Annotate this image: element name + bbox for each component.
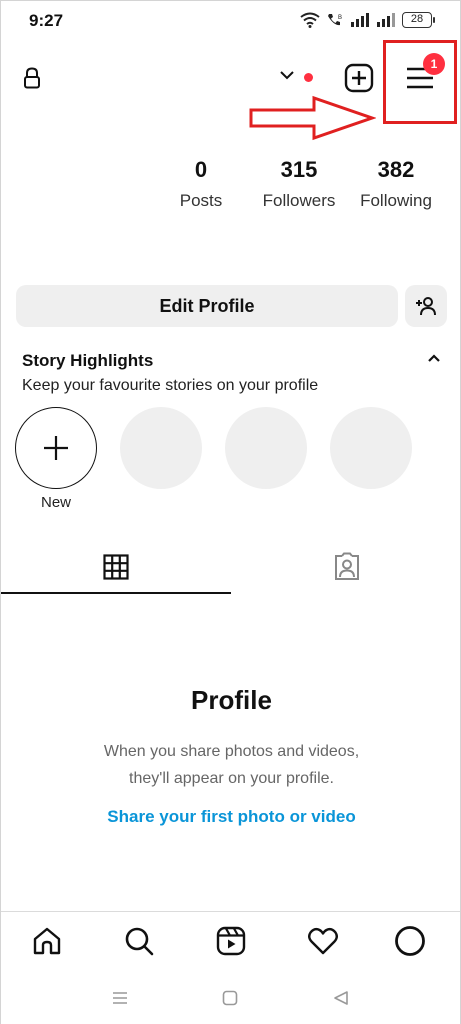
highlight-placeholder [225,407,307,489]
status-time: 9:27 [29,11,64,30]
profile-avatar-icon [395,926,425,956]
status-bar: 9:27 B 28 [1,1,460,41]
add-person-icon [416,297,436,316]
highlight-placeholder [120,407,202,489]
home-icon [33,927,61,955]
arrow-annotation [249,95,376,141]
plus-icon [44,436,68,460]
sys-back-button[interactable] [330,987,352,1009]
grid-icon [103,554,129,580]
nav-activity[interactable] [306,924,340,958]
volte-call-icon: B [328,14,342,26]
system-navigation-bar [1,969,460,1024]
highlights-title: Story Highlights [22,351,154,370]
following-stat[interactable]: 382 Following [353,157,439,211]
nav-reels[interactable] [214,924,248,958]
edit-profile-button[interactable]: Edit Profile [16,285,398,327]
wifi-icon [300,12,320,28]
menu-highlight-box [383,40,457,124]
battery-indicator: 28 [402,12,435,28]
signal-icon [351,13,369,27]
following-label: Following [360,191,432,210]
chevron-down-icon[interactable] [279,69,295,81]
nav-home[interactable] [30,924,64,958]
empty-state-title: Profile [191,685,272,715]
followers-stat[interactable]: 315 Followers [253,157,345,211]
empty-state-line-1: When you share photos and videos, [103,743,360,760]
empty-state-body: When you share photos and videos, they'l… [1,738,461,792]
active-tab-indicator [1,592,231,594]
account-notification-dot [304,73,313,82]
sys-recents-button[interactable] [109,987,131,1009]
bottom-navigation [1,911,460,969]
tab-tagged[interactable] [231,541,461,593]
heart-icon [308,927,338,955]
highlights-subtitle: Keep your favourite stories on your prof… [22,377,319,394]
posts-count: 0 [194,157,208,182]
posts-label: Posts [179,191,223,210]
followers-label: Followers [262,191,336,210]
tagged-person-icon [334,552,359,580]
lock-icon [24,67,40,89]
new-highlight-label: New [40,494,71,511]
sys-home-button[interactable] [219,987,241,1009]
search-icon [125,927,154,956]
discover-people-button[interactable] [405,285,447,327]
signal-icon-2 [377,13,395,27]
status-icons: B 28 [300,12,435,28]
nav-profile[interactable] [393,924,427,958]
svg-text:B: B [338,15,342,21]
recents-icon [113,992,127,1004]
empty-state-line-2: they'll appear on your profile. [129,770,334,787]
new-highlight-button[interactable] [15,407,97,489]
home-square-icon [222,990,238,1006]
posts-stat: 0 Posts [171,157,231,211]
back-triangle-icon [334,991,348,1005]
followers-count: 315 [280,157,318,182]
chevron-up-icon[interactable] [427,353,441,363]
profile-screen: 9:27 B 28 1 0 Posts 315 Followers 382 Fo… [0,0,461,1024]
tab-posts-grid[interactable] [1,541,231,593]
share-first-photo-link[interactable]: Share your first photo or video [1,807,461,827]
following-count: 382 [377,157,415,182]
nav-search[interactable] [122,924,156,958]
reels-icon [216,926,246,956]
plus-square-icon[interactable] [344,63,374,93]
highlight-placeholder [330,407,412,489]
